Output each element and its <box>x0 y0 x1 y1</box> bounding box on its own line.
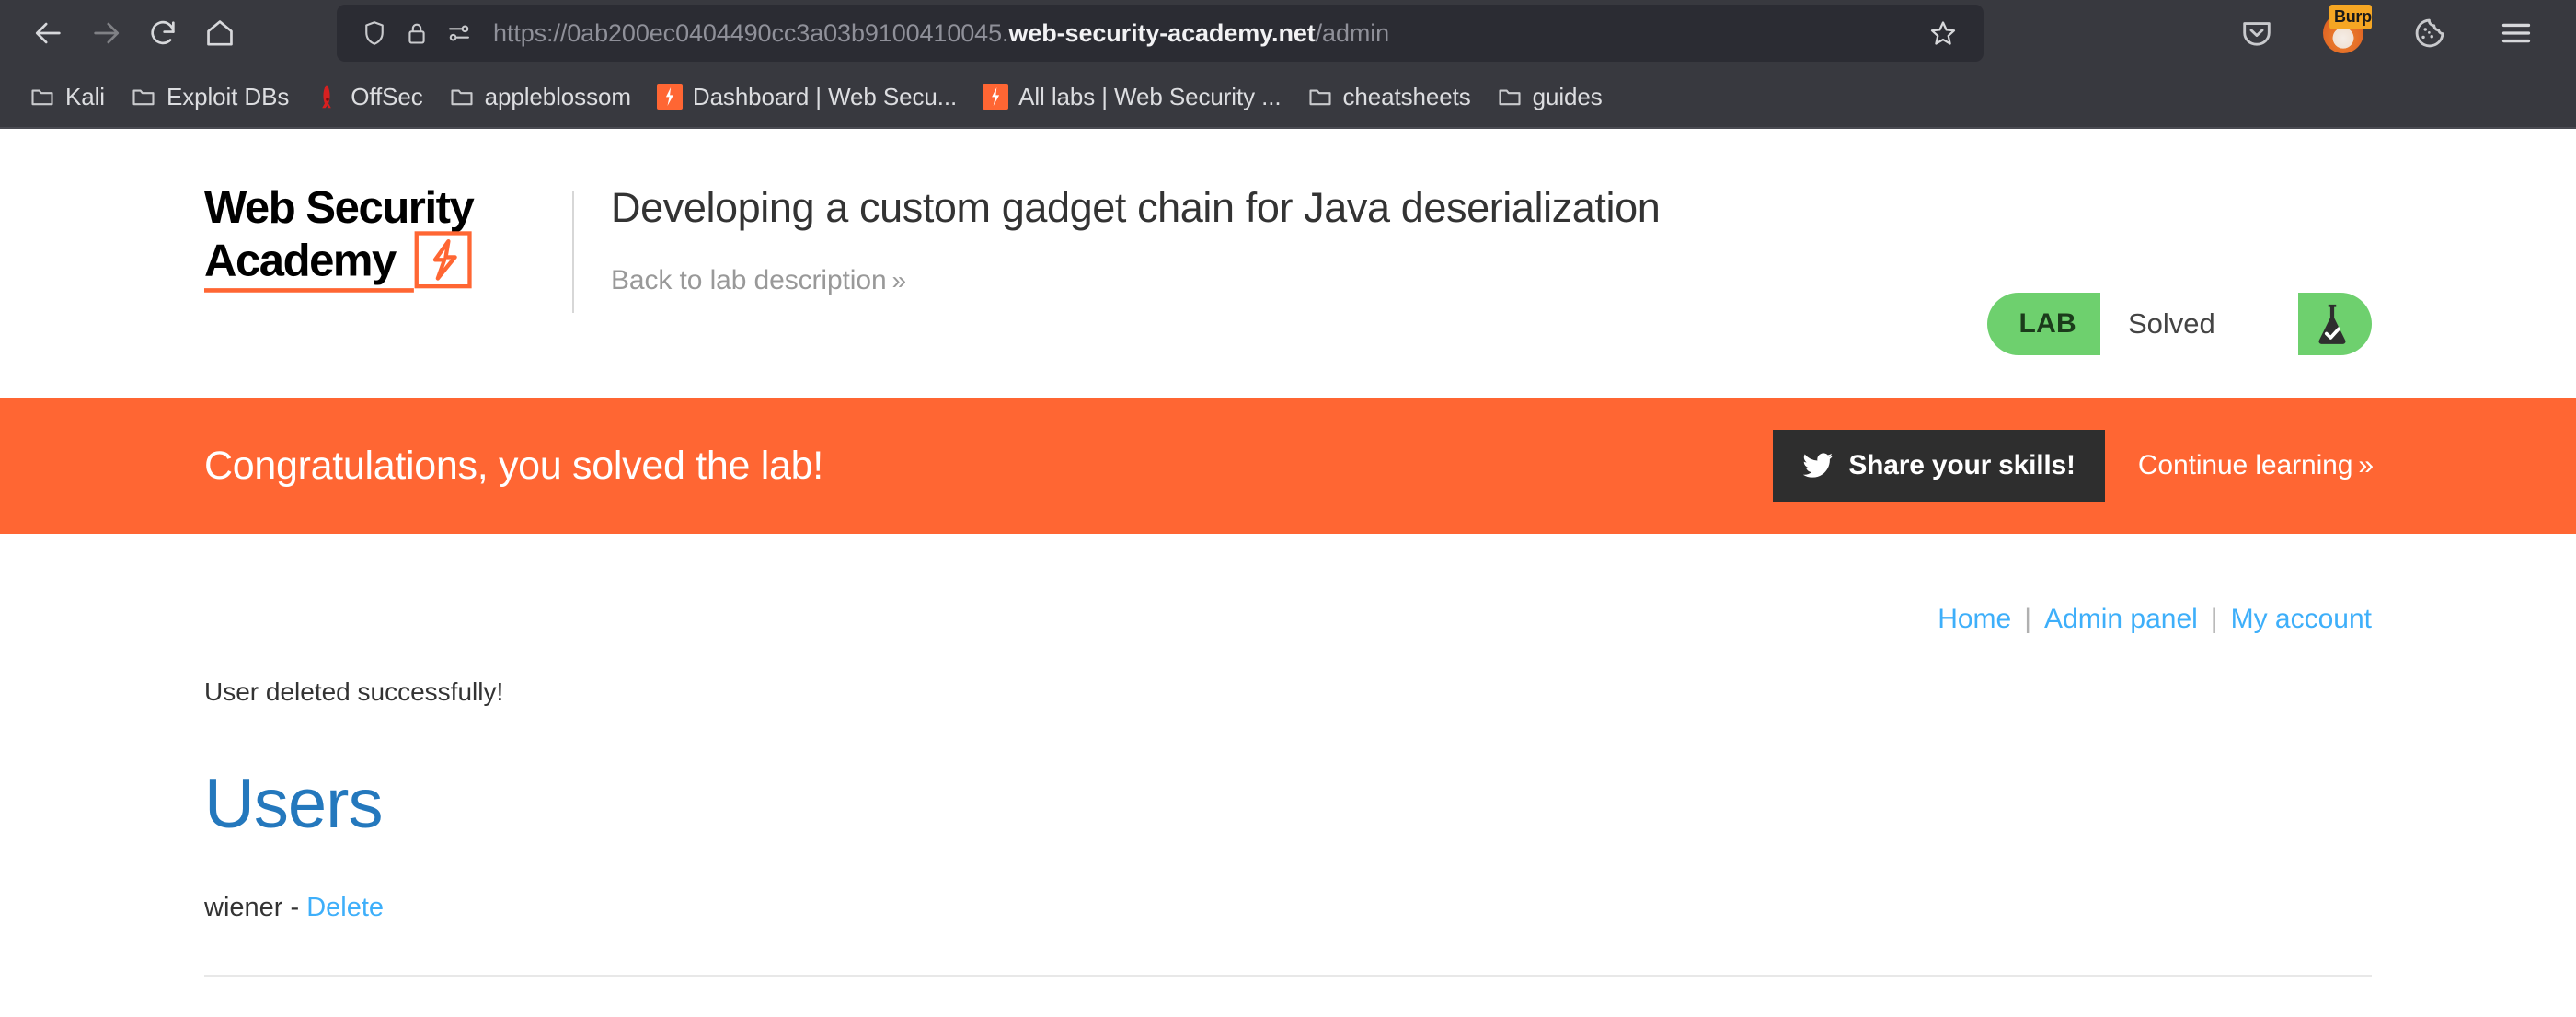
bookmark-offsec[interactable]: OffSec <box>302 76 435 118</box>
bookmark-appleblossom[interactable]: appleblossom <box>436 76 644 118</box>
bookmark-guides[interactable]: guides <box>1484 76 1616 118</box>
folder-icon <box>1499 89 1521 106</box>
arrow-right-icon <box>94 22 120 44</box>
url-text[interactable]: https://0ab200ec0404490cc3a03b9100410045… <box>493 19 1910 48</box>
user-dash: - <box>290 893 300 922</box>
main-content: Home | Admin panel | My account User deleted… <box>0 534 2576 977</box>
back-to-lab-description-link[interactable]: Back to lab description» <box>611 265 2576 296</box>
bookmarks-bar: Kali Exploit DBs OffSec appleblossom Das… <box>0 66 2576 129</box>
chevron-right-icon: » <box>2358 450 2374 480</box>
forward-button[interactable] <box>77 5 134 62</box>
bookmark-dashboard[interactable]: Dashboard | Web Secu... <box>644 76 970 118</box>
share-your-skills-button[interactable]: Share your skills! <box>1773 430 2105 502</box>
reload-button[interactable] <box>134 5 191 62</box>
congratulations-banner: Congratulations, you solved the lab! Sha… <box>0 398 2576 534</box>
list-item: wiener - Delete <box>204 893 2372 923</box>
nav-link-my-account[interactable]: My account <box>2231 604 2372 634</box>
bookmark-label: OffSec <box>351 82 423 110</box>
url-path: /admin <box>1315 18 1390 47</box>
delete-user-link[interactable]: Delete <box>306 893 384 922</box>
lab-status-badge[interactable]: LAB Solved <box>1987 293 2372 355</box>
offsec-dragon-icon <box>322 85 332 109</box>
folder-icon <box>132 89 155 106</box>
lab-title-block: Developing a custom gadget chain for Jav… <box>611 164 2576 296</box>
congratulations-actions: Share your skills! Continue learning» <box>1773 430 2374 502</box>
home-button[interactable] <box>191 5 248 62</box>
nav-separator: | <box>2024 604 2032 634</box>
account-nav: Home | Admin panel | My account <box>204 534 2372 635</box>
bookmark-label: Exploit DBs <box>166 82 290 110</box>
bookmark-label: appleblossom <box>484 82 631 110</box>
portswigger-lightning-icon <box>656 84 683 110</box>
congratulations-message: Congratulations, you solved the lab! <box>204 443 823 488</box>
reload-icon <box>151 20 175 45</box>
users-heading: Users <box>204 765 383 843</box>
svg-text:Web Security: Web Security <box>204 183 475 233</box>
back-button[interactable] <box>20 5 77 62</box>
hamburger-menu-icon[interactable] <box>2490 6 2543 60</box>
url-bar-container: https://0ab200ec0404490cc3a03b9100410045… <box>337 5 1984 62</box>
bookmark-cheatsheets[interactable]: cheatsheets <box>1294 76 1484 118</box>
bookmark-label: Dashboard | Web Secu... <box>692 82 958 110</box>
page-content: Web Security Academy Developing a custom… <box>0 129 2576 977</box>
page-title: Developing a custom gadget chain for Jav… <box>611 184 1661 231</box>
continue-learning-link[interactable]: Continue learning» <box>2137 450 2374 481</box>
pocket-icon[interactable] <box>2230 6 2283 60</box>
arrow-left-icon <box>35 22 61 44</box>
browser-chrome: https://0ab200ec0404490cc3a03b9100410045… <box>0 0 2576 129</box>
user-name: wiener <box>204 893 283 922</box>
bookmark-label: guides <box>1532 82 1603 110</box>
bookmark-exploit-dbs[interactable]: Exploit DBs <box>118 76 302 118</box>
nav-link-home[interactable]: Home <box>1938 604 2011 634</box>
twitter-bird-icon <box>1803 453 1834 478</box>
content-divider <box>204 975 2372 977</box>
url-subdomain: 0ab200ec0404490cc3a03b9100410045. <box>567 18 1009 47</box>
flash-message: User deleted successfully! <box>204 677 504 706</box>
lab-status-value: Solved <box>2100 293 2298 355</box>
url-bar[interactable]: https://0ab200ec0404490cc3a03b9100410045… <box>337 5 1984 62</box>
academy-logo[interactable]: Web Security Academy <box>204 164 683 313</box>
browser-toolbar: https://0ab200ec0404490cc3a03b9100410045… <box>0 0 2576 66</box>
burp-extension-icon[interactable]: Burp <box>2317 5 2372 60</box>
bookmark-label: All labs | Web Security ... <box>1018 82 1282 110</box>
bookmark-label: Kali <box>65 82 105 110</box>
burp-badge-label: Burp <box>2329 5 2372 29</box>
toolbar-right-icons: Burp <box>2230 5 2556 60</box>
url-scheme-subdomain: https:// <box>493 18 568 47</box>
svg-text:Academy: Academy <box>204 237 397 286</box>
bookmark-label: cheatsheets <box>1342 82 1471 110</box>
cookie-icon[interactable] <box>2403 6 2456 60</box>
shield-icon[interactable] <box>353 12 396 54</box>
continue-link-label: Continue learning <box>2137 450 2353 480</box>
bookmark-star-button[interactable] <box>1919 9 1967 57</box>
lock-icon[interactable] <box>396 12 438 54</box>
star-icon <box>1930 21 1956 45</box>
lab-status-label: LAB <box>2018 308 2076 339</box>
web-security-academy-logo: Web Security Academy <box>204 183 476 293</box>
portswigger-lightning-icon <box>983 84 1009 110</box>
folder-icon <box>31 89 53 106</box>
share-button-label: Share your skills! <box>1848 450 2076 480</box>
site-permissions-icon[interactable] <box>438 12 480 54</box>
url-host: web-security-academy.net <box>1008 18 1316 47</box>
bookmark-kali[interactable]: Kali <box>17 76 118 118</box>
nav-link-admin-panel[interactable]: Admin panel <box>2044 604 2198 634</box>
home-icon <box>207 20 233 46</box>
nav-separator: | <box>2210 604 2218 634</box>
academy-header: Web Security Academy Developing a custom… <box>0 129 2576 398</box>
folder-icon <box>451 89 473 106</box>
folder-icon <box>1308 89 1331 106</box>
flask-check-icon <box>2298 293 2366 355</box>
bookmark-all-labs[interactable]: All labs | Web Security ... <box>970 76 1294 118</box>
chevron-right-icon: » <box>891 265 907 295</box>
